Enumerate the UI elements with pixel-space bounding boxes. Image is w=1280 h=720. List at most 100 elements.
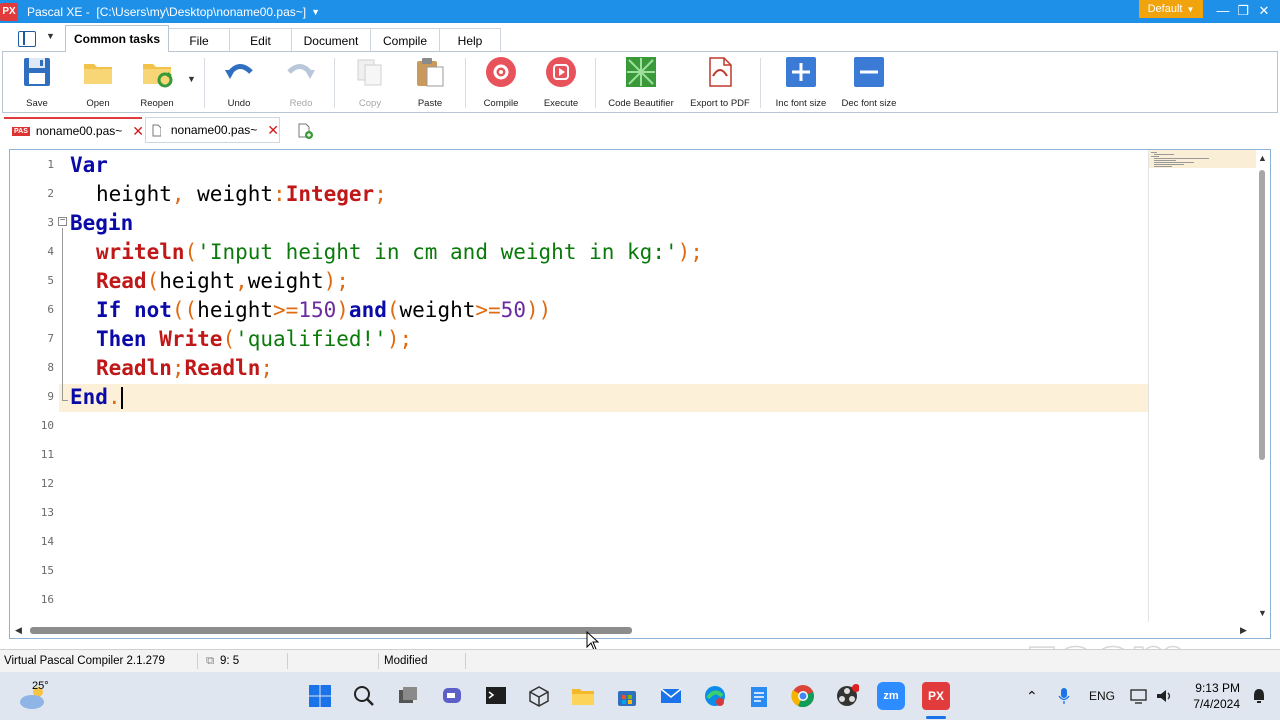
zoom-app-button[interactable]: zm xyxy=(877,682,905,710)
inc-font-size-button[interactable]: Inc font size xyxy=(774,56,828,112)
pascal-xe-window: PX Pascal XE - [C:\Users\my\Desktop\nona… xyxy=(0,0,1280,720)
code-line-9: End. xyxy=(70,385,123,409)
tab-edit[interactable]: Edit xyxy=(229,28,292,52)
app-menu-icon[interactable] xyxy=(18,31,36,47)
pascal-taskbar-button[interactable]: PX xyxy=(922,682,950,710)
cursor-position-icon: ⧉ xyxy=(206,655,215,667)
close-tab-icon[interactable]: ✕ xyxy=(267,122,279,139)
chat-icon xyxy=(443,688,461,703)
line-number: 1 xyxy=(47,158,54,171)
copy-button[interactable]: Copy xyxy=(352,56,388,112)
pdf-icon xyxy=(704,56,736,88)
fold-guide-end xyxy=(62,400,68,401)
title-dropdown-icon[interactable]: ▼ xyxy=(311,7,320,17)
mail-icon xyxy=(660,688,682,703)
close-window-button[interactable]: ✕ xyxy=(1254,2,1274,20)
save-button[interactable]: Save xyxy=(19,56,55,112)
tab-document[interactable]: Document xyxy=(291,28,371,52)
execute-button[interactable]: Execute xyxy=(541,56,581,112)
vertical-scrollbar[interactable]: ▲ ▼ xyxy=(1256,150,1270,622)
code-editor[interactable]: 1 2 3 4 5 6 7 8 9 10 11 12 13 14 15 16 −… xyxy=(9,149,1271,639)
edge-button[interactable] xyxy=(701,682,729,710)
search-button[interactable] xyxy=(350,682,378,710)
code-line-5: Read(height,weight); xyxy=(96,269,349,293)
minimize-button[interactable]: — xyxy=(1213,2,1233,20)
notepad-button[interactable] xyxy=(745,682,773,710)
undo-button[interactable]: Undo xyxy=(221,56,257,112)
redo-button[interactable]: Redo xyxy=(283,56,319,112)
separator xyxy=(287,653,288,669)
paste-button[interactable]: Paste xyxy=(412,56,448,112)
status-cursor-position: 9: 5 xyxy=(220,655,240,667)
title-bar: PX Pascal XE - [C:\Users\my\Desktop\nona… xyxy=(0,0,1280,23)
pascal-logo-icon: PX xyxy=(0,2,18,21)
volume-button[interactable] xyxy=(1155,672,1173,720)
reopen-dropdown-icon[interactable]: ▼ xyxy=(187,74,196,84)
terminal-button[interactable] xyxy=(482,682,510,710)
show-hidden-icons-button[interactable]: ⌃ xyxy=(1026,672,1038,720)
export-pdf-label: Export to PDF xyxy=(690,98,750,109)
line-number: 2 xyxy=(47,187,54,200)
beautifier-label: Code Beautifier xyxy=(608,98,674,109)
copy-icon xyxy=(354,56,386,88)
line-number: 8 xyxy=(47,361,54,374)
line-number: 4 xyxy=(47,245,54,258)
minus-icon xyxy=(853,56,885,88)
teams-chat-button[interactable] xyxy=(438,682,466,710)
chevron-down-icon[interactable]: ▼ xyxy=(46,31,55,41)
line-number: 6 xyxy=(47,303,54,316)
open-button[interactable]: Open xyxy=(80,56,116,112)
network-button[interactable] xyxy=(1130,672,1148,720)
dec-font-label: Dec font size xyxy=(841,98,897,109)
mail-button[interactable] xyxy=(657,682,685,710)
notifications-button[interactable] xyxy=(1252,672,1266,720)
store-button[interactable] xyxy=(613,682,641,710)
tab-file[interactable]: File xyxy=(168,28,230,52)
tab-common-tasks[interactable]: Common tasks xyxy=(65,25,169,52)
close-tab-icon[interactable]: ✕ xyxy=(132,123,144,140)
file-icon xyxy=(152,124,161,136)
theme-selector[interactable]: Default ▼ xyxy=(1139,0,1203,18)
doc-tab-inactive[interactable]: noname00.pas~ ✕ xyxy=(145,117,280,143)
scroll-left-icon[interactable]: ◀ xyxy=(15,625,22,636)
scroll-down-icon[interactable]: ▼ xyxy=(1258,608,1267,618)
fold-collapse-icon[interactable]: − xyxy=(58,216,67,226)
chrome-button[interactable] xyxy=(789,682,817,710)
microphone-button[interactable] xyxy=(1058,672,1070,720)
virtualbox-button[interactable] xyxy=(525,682,553,710)
export-pdf-button[interactable]: Export to PDF xyxy=(690,56,750,112)
new-tab-icon[interactable] xyxy=(297,123,313,139)
obs-button[interactable] xyxy=(833,682,861,710)
scroll-up-icon[interactable]: ▲ xyxy=(1258,153,1267,163)
weather-widget[interactable]: 25° xyxy=(18,680,62,712)
compile-button[interactable]: Compile xyxy=(481,56,521,112)
maximize-button[interactable]: ❐ xyxy=(1233,2,1253,20)
clock[interactable]: 9:13 PM 7/4/2024 xyxy=(1184,680,1240,712)
separator xyxy=(760,58,761,108)
dec-font-size-button[interactable]: Dec font size xyxy=(841,56,897,112)
folder-icon xyxy=(82,56,114,88)
vertical-scroll-thumb[interactable] xyxy=(1259,170,1265,460)
horizontal-scroll-thumb[interactable] xyxy=(30,627,632,634)
document-tab-bar: PAS noname00.pas~ ✕ noname00.pas~ ✕ xyxy=(0,117,1280,143)
scroll-right-icon[interactable]: ▶ xyxy=(1240,625,1247,636)
code-minimap[interactable] xyxy=(1148,150,1257,622)
zoom-app-icon: zm xyxy=(883,690,899,702)
language-indicator[interactable]: ENG xyxy=(1089,672,1115,720)
line-number: 16 xyxy=(40,593,54,606)
tab-compile[interactable]: Compile xyxy=(370,28,440,52)
tab-help[interactable]: Help xyxy=(439,28,501,52)
task-view-button[interactable] xyxy=(394,682,422,710)
start-button[interactable] xyxy=(306,682,334,710)
separator xyxy=(197,653,198,669)
undo-label: Undo xyxy=(227,98,251,109)
compile-label: Compile xyxy=(483,98,519,109)
reopen-button[interactable]: Reopen xyxy=(137,56,177,112)
minimap-line xyxy=(1154,164,1184,165)
copy-label: Copy xyxy=(358,98,382,109)
file-explorer-button[interactable] xyxy=(569,682,597,710)
doc-tab-active[interactable]: PAS noname00.pas~ ✕ xyxy=(4,117,144,143)
inc-font-label: Inc font size xyxy=(775,98,827,109)
status-compiler: Virtual Pascal Compiler 2.1.279 xyxy=(4,655,165,667)
code-beautifier-button[interactable]: Code Beautifier xyxy=(607,56,675,112)
